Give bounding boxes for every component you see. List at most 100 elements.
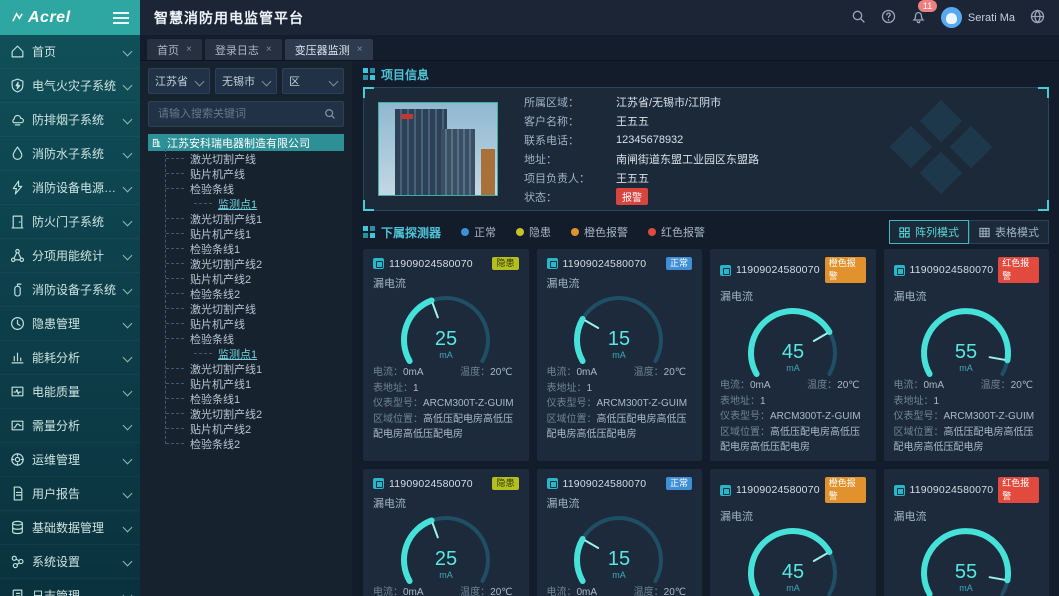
region-select[interactable]: 江苏省	[148, 68, 210, 94]
sidebar-item-fire-door[interactable]: 防火门子系统	[0, 205, 140, 239]
settings-nodes-icon	[9, 554, 25, 570]
detector-status-badge: 红色报警	[998, 477, 1039, 503]
tree-node[interactable]: 激光切割产线1	[148, 211, 344, 226]
main-area: 项目信息 所属区域：江苏省/无锡市/江阴市客户名称：王五五联系电话：123456…	[352, 61, 1059, 596]
detector-card[interactable]: 11909024580070 橙色报警 漏电流 45 mA 电流：0mA温度：2…	[710, 469, 876, 596]
tree-node[interactable]: 贴片机产线1	[148, 376, 344, 391]
sidebar-item-electrical-fire[interactable]: 电气火灾子系统	[0, 69, 140, 103]
sidebar-item-home[interactable]: 首页	[0, 35, 140, 69]
tree-node[interactable]: 贴片机产线2	[148, 421, 344, 436]
search-input[interactable]	[156, 107, 324, 121]
tree-node[interactable]: 监测点1	[148, 196, 344, 211]
fire-door-icon	[9, 214, 25, 230]
sidebar-item-energy-nodes[interactable]: 分项用能统计	[0, 239, 140, 273]
detector-card[interactable]: 11909024580070 红色报警 漏电流 55 mA 电流：0mA温度：2…	[884, 249, 1050, 461]
status-legend: 正常隐患橙色报警红色报警	[461, 224, 705, 240]
tree-node[interactable]: 激光切割产线2	[148, 406, 344, 421]
sidebar-item-report-doc[interactable]: 用户报告	[0, 477, 140, 511]
field-label: 联系电话：	[524, 132, 616, 148]
leakage-gauge: 45 mA	[720, 300, 866, 380]
tab-首页[interactable]: 首页×	[147, 39, 202, 60]
detector-icon	[720, 265, 731, 276]
field-value: 王五五	[616, 170, 649, 186]
tree-node[interactable]: 贴片机产线1	[148, 226, 344, 241]
tree-node[interactable]: 贴片机产线	[148, 316, 344, 331]
table-mode-button[interactable]: 表格模式	[969, 220, 1049, 244]
sidebar-item-chart-bars[interactable]: 能耗分析	[0, 341, 140, 375]
search-icon[interactable]	[851, 9, 866, 27]
chevron-down-icon	[123, 421, 133, 431]
detector-card[interactable]: 11909024580070 正常 漏电流 15 mA 电流：0mA温度：20℃…	[537, 469, 703, 596]
search-icon[interactable]	[324, 108, 336, 120]
temperature-value: 20℃	[490, 367, 512, 378]
tree-node[interactable]: 监测点1	[148, 346, 344, 361]
legend-item-橙色报警: 橙色报警	[571, 224, 628, 240]
user-menu[interactable]: Serati Ma	[941, 7, 1015, 28]
database-icon	[9, 520, 25, 536]
tree-node[interactable]: 检验条线	[148, 331, 344, 346]
sidebar-item-alert-clock[interactable]: 隐患管理	[0, 307, 140, 341]
svg-text:mA: mA	[439, 350, 453, 360]
tree-node[interactable]: 激光切割产线	[148, 151, 344, 166]
chevron-down-icon	[123, 489, 133, 499]
detector-card[interactable]: 11909024580070 正常 漏电流 15 mA 电流：0mA温度：20℃…	[537, 249, 703, 461]
sidebar-item-smoke[interactable]: 防排烟子系统	[0, 103, 140, 137]
current-value: 0mA	[577, 587, 598, 596]
legend-dot	[516, 228, 524, 236]
language-globe-icon[interactable]	[1030, 9, 1045, 27]
svg-text:25: 25	[435, 328, 457, 350]
detector-status-badge: 橙色报警	[825, 477, 866, 503]
tree-node[interactable]: 激光切割产线2	[148, 256, 344, 271]
tree-node[interactable]: 贴片机产线	[148, 166, 344, 181]
sidebar-item-label: 电能质量	[32, 383, 80, 400]
detector-card[interactable]: 11909024580070 橙色报警 漏电流 45 mA 电流：0mA温度：2…	[710, 249, 876, 461]
tree-node[interactable]: 检验条线	[148, 181, 344, 196]
temperature-value: 20℃	[837, 380, 859, 391]
sidebar-item-log-book[interactable]: 日志管理	[0, 579, 140, 596]
chevron-down-icon	[123, 455, 133, 465]
tab-close-icon[interactable]: ×	[266, 44, 272, 55]
sidebar-item-power-quality[interactable]: 电能质量	[0, 375, 140, 409]
smoke-icon	[9, 112, 25, 128]
sidebar-item-database[interactable]: 基础数据管理	[0, 511, 140, 545]
leakage-gauge: 45 mA	[720, 520, 866, 596]
tab-close-icon[interactable]: ×	[357, 44, 363, 55]
tree-node[interactable]: 贴片机产线2	[148, 271, 344, 286]
sidebar-item-ops-gear[interactable]: 运维管理	[0, 443, 140, 477]
sidebar-item-power-bolt[interactable]: 消防设备电源子系统	[0, 171, 140, 205]
legend-label: 橙色报警	[584, 224, 628, 240]
chevron-down-icon	[123, 149, 133, 159]
detector-card[interactable]: 11909024580070 隐患 漏电流 25 mA 电流：0mA温度：20℃…	[363, 469, 529, 596]
tree-node[interactable]: 检验条线1	[148, 391, 344, 406]
detector-icon	[373, 258, 384, 269]
tree-node[interactable]: 检验条线2	[148, 436, 344, 451]
tree-node[interactable]: 激光切割产线	[148, 301, 344, 316]
sidebar-item-settings-nodes[interactable]: 系统设置	[0, 545, 140, 579]
svg-text:55: 55	[955, 341, 977, 363]
tree-root-node[interactable]: 江苏安科瑞电器制造有限公司	[148, 134, 344, 151]
svg-text:mA: mA	[786, 583, 800, 593]
tab-登录日志[interactable]: 登录日志×	[205, 39, 282, 60]
sidebar-item-water[interactable]: 消防水子系统	[0, 137, 140, 171]
project-photo	[378, 102, 498, 196]
extinguisher-icon	[9, 282, 25, 298]
field-value: 12345678932	[616, 134, 683, 146]
sidebar-item-demand-curve[interactable]: 需量分析	[0, 409, 140, 443]
sidebar-item-extinguisher[interactable]: 消防设备子系统	[0, 273, 140, 307]
view-mode-label: 阵列模式	[915, 224, 959, 240]
grid-mode-button[interactable]: 阵列模式	[889, 220, 969, 244]
tab-变压器监测[interactable]: 变压器监测×	[285, 39, 373, 60]
region-select[interactable]: 区	[282, 68, 344, 94]
app-root: Acrel 首页电气火灾子系统防排烟子系统消防水子系统消防设备电源子系统防火门子…	[0, 0, 1059, 596]
help-icon[interactable]	[881, 9, 896, 27]
tab-close-icon[interactable]: ×	[186, 44, 192, 55]
tree-node[interactable]: 检验条线2	[148, 286, 344, 301]
region-select[interactable]: 无锡市	[215, 68, 277, 94]
tree-node[interactable]: 检验条线1	[148, 241, 344, 256]
svg-text:mA: mA	[613, 350, 627, 360]
notifications-bell-icon[interactable]: 11	[911, 9, 926, 27]
detector-card[interactable]: 11909024580070 隐患 漏电流 25 mA 电流：0mA温度：20℃…	[363, 249, 529, 461]
menu-toggle-icon[interactable]	[113, 17, 129, 19]
detector-card[interactable]: 11909024580070 红色报警 漏电流 55 mA 电流：0mA温度：2…	[884, 469, 1050, 596]
tree-node[interactable]: 激光切割产线1	[148, 361, 344, 376]
